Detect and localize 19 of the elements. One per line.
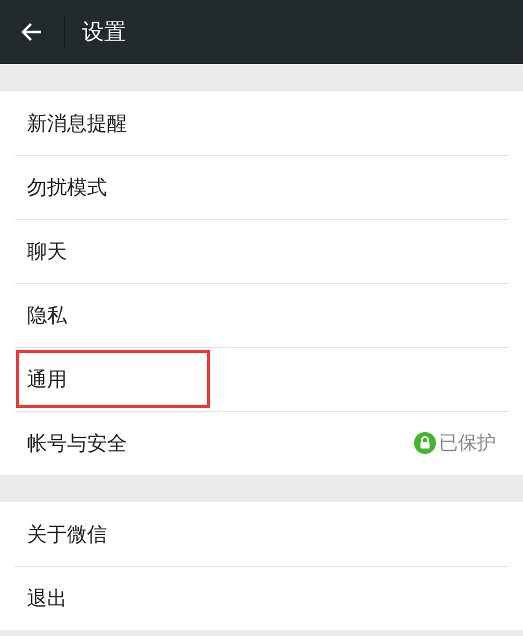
status-text: 已保护 — [439, 430, 496, 456]
settings-item[interactable]: 帐号与安全 已保护 — [0, 411, 523, 475]
item-label: 隐私 — [27, 302, 67, 329]
settings-item[interactable]: 勿扰模式 — [0, 155, 523, 219]
item-label: 勿扰模式 — [27, 174, 107, 201]
lock-icon — [414, 432, 436, 454]
item-label: 通用 — [27, 366, 67, 393]
settings-item[interactable]: 退出 — [0, 566, 523, 630]
settings-item[interactable]: 关于微信 — [0, 502, 523, 566]
header-title: 设置 — [82, 18, 126, 46]
settings-item[interactable]: 隐私 — [0, 283, 523, 347]
settings-item[interactable]: 通用 — [0, 347, 523, 411]
item-label: 退出 — [27, 585, 67, 612]
item-label: 聊天 — [27, 238, 67, 265]
settings-item[interactable]: 聊天 — [0, 219, 523, 283]
item-label: 关于微信 — [27, 521, 107, 548]
item-label: 帐号与安全 — [27, 430, 127, 457]
item-label: 新消息提醒 — [27, 110, 127, 137]
settings-item[interactable]: 新消息提醒 — [0, 91, 523, 155]
